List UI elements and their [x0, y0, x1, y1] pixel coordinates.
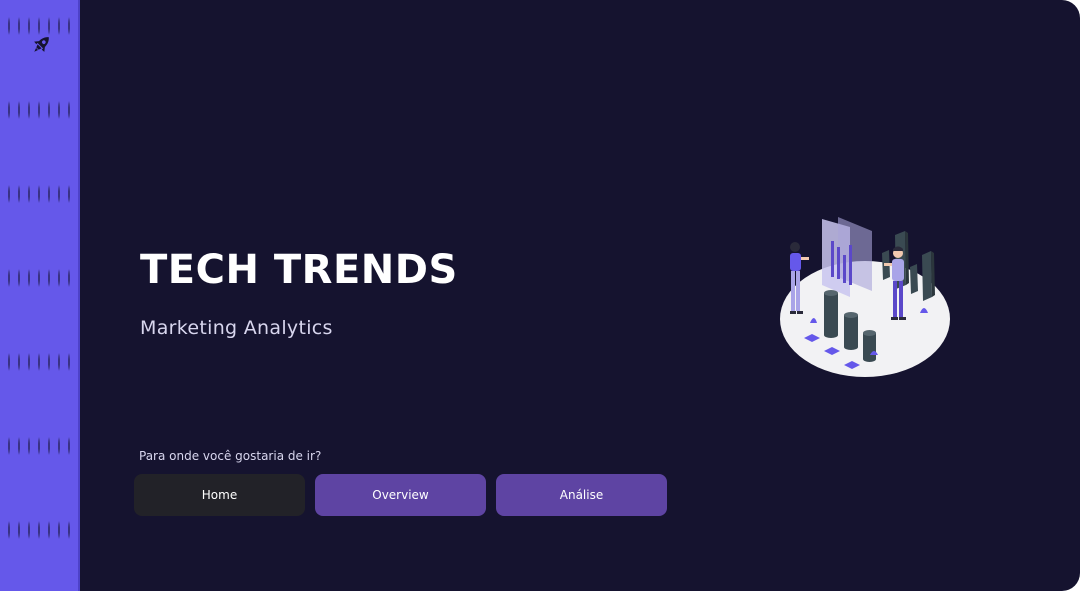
main-content: TECH TRENDS Marketing Analytics Para ond…: [80, 0, 1080, 591]
overview-button[interactable]: Overview: [315, 474, 486, 516]
navigation-buttons: Home Overview Análise: [134, 474, 667, 516]
analytics-illustration: [770, 205, 960, 385]
sidebar: [0, 0, 80, 591]
navigation-prompt: Para onde você gostaria de ir?: [139, 449, 322, 463]
app-window: TECH TRENDS Marketing Analytics Para ond…: [0, 0, 1080, 591]
page-subtitle: Marketing Analytics: [140, 317, 333, 339]
rocket-icon[interactable]: [28, 32, 54, 58]
analise-button[interactable]: Análise: [496, 474, 667, 516]
home-button[interactable]: Home: [134, 474, 305, 516]
page-title: TECH TRENDS: [140, 247, 458, 293]
